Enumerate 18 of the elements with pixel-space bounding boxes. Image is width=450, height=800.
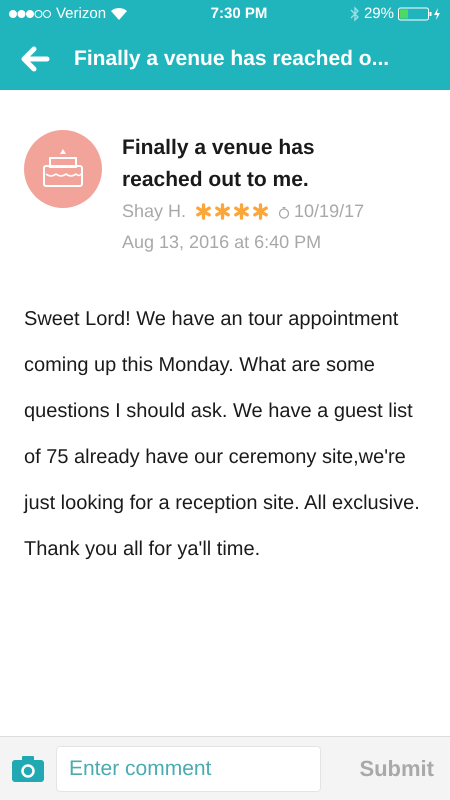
ring-icon bbox=[278, 204, 290, 218]
carrier-name: Verizon bbox=[56, 4, 106, 24]
post-body: Sweet Lord! We have an tour appointment coming up this Monday. What are some questions I should ask. We have a guest list of 75 already have our ceremony site,we're just looking for a reception site. All exclusive. Thank you all for ya'll time. bbox=[24, 307, 421, 562]
wedding-date: 10/19/17 bbox=[294, 200, 364, 223]
cake-avatar-icon bbox=[24, 130, 102, 208]
back-arrow-icon[interactable] bbox=[20, 46, 50, 72]
post-date: Aug 13, 2016 at 6:40 PM bbox=[122, 231, 322, 254]
header-title: Finally a venue has reached o... bbox=[74, 46, 390, 72]
battery-icon bbox=[398, 7, 442, 21]
bluetooth-icon bbox=[350, 6, 360, 22]
wifi-icon bbox=[110, 7, 128, 21]
author-name: Shay H. bbox=[122, 200, 186, 223]
post-title: Finally a venue has reached out to me. bbox=[122, 135, 316, 193]
comment-field[interactable]: Enter comment bbox=[56, 746, 321, 792]
camera-icon[interactable] bbox=[12, 756, 44, 782]
battery-percent: 29% bbox=[364, 4, 394, 24]
clock-time: 7:30 PM bbox=[210, 4, 268, 24]
signal-icon bbox=[8, 9, 52, 19]
